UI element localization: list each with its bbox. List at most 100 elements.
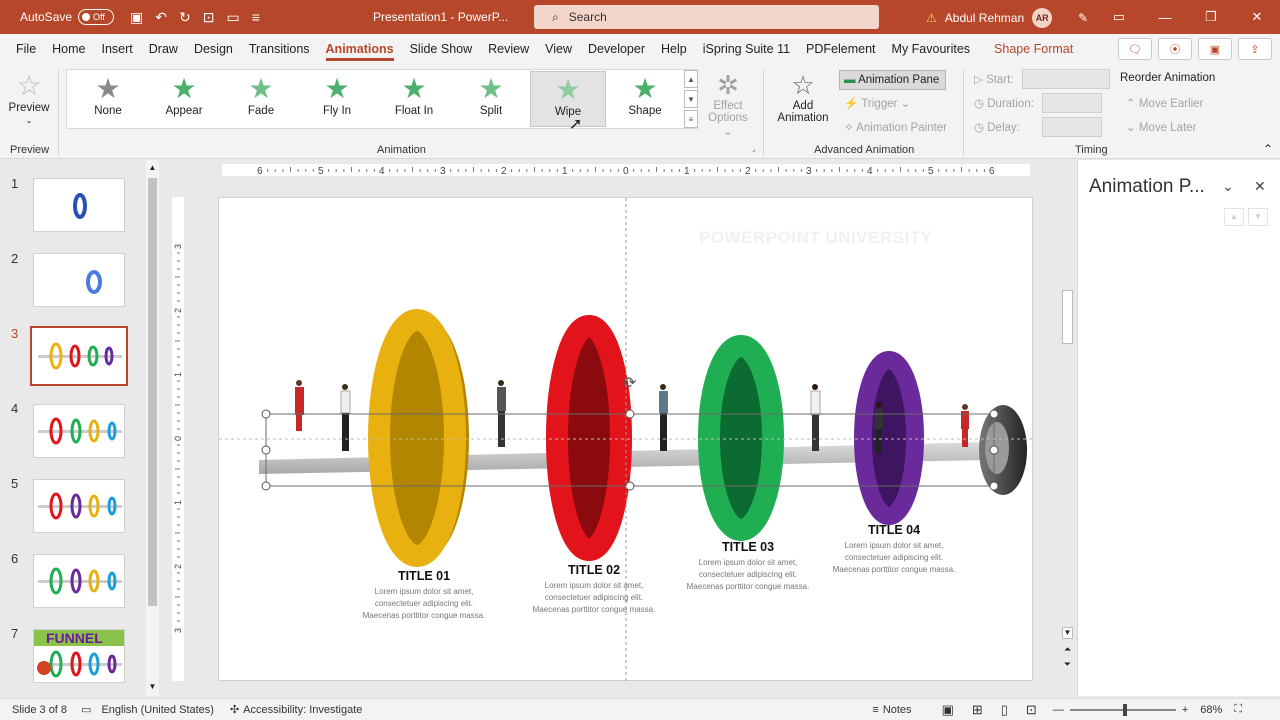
notes-button[interactable]: Notes — [883, 704, 912, 716]
title-block-3[interactable]: TITLE 03 Lorem ipsum dolor sit amet, con… — [683, 541, 813, 593]
add-animation-button[interactable]: ☆ Add Animation — [770, 70, 836, 124]
rotate-handle-icon[interactable]: ⟳ — [623, 373, 637, 392]
resize-handle[interactable] — [989, 445, 999, 455]
present-icon[interactable]: ⊡ — [203, 9, 215, 26]
user-account[interactable]: ⚠ Abdul Rehman AR ✎ — [926, 8, 1088, 28]
previous-slide-icon[interactable]: ⏶ — [1062, 644, 1073, 655]
customize-qa-icon[interactable]: ≡ — [252, 9, 260, 26]
resize-handle[interactable] — [625, 409, 635, 419]
slide-thumbnail-3[interactable] — [30, 326, 128, 386]
pane-options-icon[interactable]: ⌄ — [1222, 178, 1234, 195]
minimize-icon[interactable]: — — [1142, 0, 1188, 34]
animation-wipe[interactable]: ★ Wipe — [530, 71, 606, 127]
autosave-toggle[interactable]: AutoSave Off — [20, 9, 115, 25]
slideshow-view-icon[interactable]: ⊡ — [1026, 702, 1037, 718]
tab-home[interactable]: Home — [44, 34, 93, 64]
spelling-icon[interactable]: ▭ — [81, 703, 91, 716]
resize-handle[interactable] — [989, 409, 999, 419]
language-label[interactable]: English (United States) — [101, 704, 214, 716]
zoom-out-icon[interactable]: — — [1053, 704, 1064, 716]
tab-ispring[interactable]: iSpring Suite 11 — [695, 34, 798, 64]
tab-review[interactable]: Review — [480, 34, 537, 64]
resize-handle[interactable] — [625, 481, 635, 491]
slide-thumbnail-2[interactable] — [33, 253, 125, 307]
gallery-up-icon[interactable]: ▲ — [684, 70, 698, 88]
zoom-level[interactable]: 68% — [1200, 704, 1222, 716]
scroll-down-icon[interactable]: ▼ — [1062, 627, 1073, 639]
search-box[interactable]: ⌕ Search — [534, 5, 879, 29]
thumbnail-scroll-thumb[interactable] — [148, 178, 157, 606]
autosave-switch[interactable]: Off — [78, 9, 115, 25]
resize-handle[interactable] — [261, 445, 271, 455]
tab-transitions[interactable]: Transitions — [241, 34, 318, 64]
slide-thumbnail-1[interactable] — [33, 178, 125, 232]
slideshow-icon[interactable]: ▭ — [226, 9, 239, 26]
next-slide-icon[interactable]: ⏷ — [1062, 659, 1073, 670]
gallery-down-icon[interactable]: ▼ — [684, 90, 698, 108]
move-earlier-button[interactable]: ⌃ Move Earlier — [1126, 96, 1203, 110]
animation-fade[interactable]: ★ Fade — [223, 71, 299, 127]
close-pane-icon[interactable]: ✕ — [1254, 178, 1266, 195]
animation-fly-in[interactable]: ★ Fly In — [299, 71, 375, 127]
scroll-up-icon[interactable]: ▲ — [147, 163, 158, 172]
dialog-launcher-icon[interactable]: ⌟ — [752, 144, 756, 153]
tab-help[interactable]: Help — [653, 34, 695, 64]
title-block-4[interactable]: TITLE 04 Lorem ipsum dolor sit amet, con… — [829, 524, 959, 576]
collapse-ribbon-icon[interactable]: ⌃ — [1263, 142, 1273, 156]
title-block-1[interactable]: TITLE 01 Lorem ipsum dolor sit amet, con… — [359, 570, 489, 622]
effect-options-button[interactable]: ✲ Effect Options ⌄ — [702, 70, 754, 138]
canvas-scroll-thumb[interactable] — [1062, 290, 1073, 344]
tab-insert[interactable]: Insert — [94, 34, 141, 64]
zoom-slider[interactable] — [1069, 703, 1176, 716]
slide-thumbnail-7[interactable]: FUNNEL — [33, 629, 125, 683]
tab-draw[interactable]: Draw — [141, 34, 186, 64]
tab-animations[interactable]: Animations — [318, 34, 402, 64]
animation-float-in[interactable]: ★ Float In — [376, 71, 452, 127]
tab-developer[interactable]: Developer — [580, 34, 653, 64]
start-select[interactable] — [1022, 69, 1110, 89]
slide-thumbnail-5[interactable] — [33, 479, 125, 533]
tab-pdfelement[interactable]: PDFelement — [798, 34, 883, 64]
office-icon[interactable]: ▣ — [1198, 38, 1232, 60]
reading-view-icon[interactable]: ▯ — [1001, 702, 1008, 718]
title-block-2[interactable]: TITLE 02 Lorem ipsum dolor sit amet, con… — [529, 564, 659, 616]
tab-file[interactable]: File — [8, 34, 44, 64]
animation-shape[interactable]: ★ Shape — [607, 71, 683, 127]
tab-design[interactable]: Design — [186, 34, 241, 64]
animation-painter-button[interactable]: ✧ Animation Painter — [844, 120, 947, 134]
delay-input[interactable] — [1042, 117, 1102, 137]
resize-handle[interactable] — [261, 409, 271, 419]
ribbon-display-icon[interactable]: ▭ — [1096, 0, 1142, 34]
canvas-scrollbar[interactable]: ▼ ⏶ ⏷ — [1061, 160, 1074, 696]
move-later-button[interactable]: ⌄ Move Later — [1126, 120, 1196, 134]
animation-pane-button[interactable]: ▬ Animation Pane — [839, 70, 946, 90]
animation-appear[interactable]: ★ Appear — [146, 71, 222, 127]
resize-handle[interactable] — [261, 481, 271, 491]
scroll-down-icon[interactable]: ▼ — [147, 682, 158, 691]
slide-thumbnail-4[interactable] — [33, 404, 125, 458]
preview-button[interactable]: ☆ Preview ⌄ — [8, 70, 50, 126]
maximize-icon[interactable]: ❐ — [1188, 0, 1234, 34]
tab-slide-show[interactable]: Slide Show — [402, 34, 481, 64]
normal-view-icon[interactable]: ▣ — [942, 702, 954, 718]
move-up-icon[interactable]: ▲ — [1224, 208, 1244, 226]
redo-icon[interactable]: ↻ — [179, 9, 191, 26]
tab-shape-format[interactable]: Shape Format — [986, 34, 1081, 64]
thumbnail-scrollbar[interactable]: ▲ ▼ — [146, 160, 159, 696]
trigger-button[interactable]: ⚡ Trigger ⌄ — [844, 96, 910, 110]
undo-icon[interactable]: ↶ — [155, 9, 167, 26]
accessibility-status[interactable]: Accessibility: Investigate — [243, 704, 362, 716]
close-icon[interactable]: ✕ — [1234, 0, 1280, 34]
save-icon[interactable]: ▣ — [130, 9, 143, 26]
tab-view[interactable]: View — [537, 34, 580, 64]
pen-icon[interactable]: ✎ — [1078, 11, 1088, 25]
tab-my-favourites[interactable]: My Favourites — [884, 34, 979, 64]
slide-sorter-icon[interactable]: ⊞ — [972, 702, 983, 718]
slide-canvas[interactable]: POWERPOINT UNIVERSITY ⟳ TITLE 01 Lorem i… — [218, 197, 1034, 682]
comments-icon[interactable]: 🗨 — [1118, 38, 1152, 60]
gallery-scroll[interactable]: ▲ ▼ ≡ — [684, 70, 698, 128]
fit-to-window-icon[interactable]: ⛶ — [1234, 703, 1242, 716]
duration-input[interactable] — [1042, 93, 1102, 113]
slide-thumbnail-6[interactable] — [33, 554, 125, 608]
resize-handle[interactable] — [989, 481, 999, 491]
